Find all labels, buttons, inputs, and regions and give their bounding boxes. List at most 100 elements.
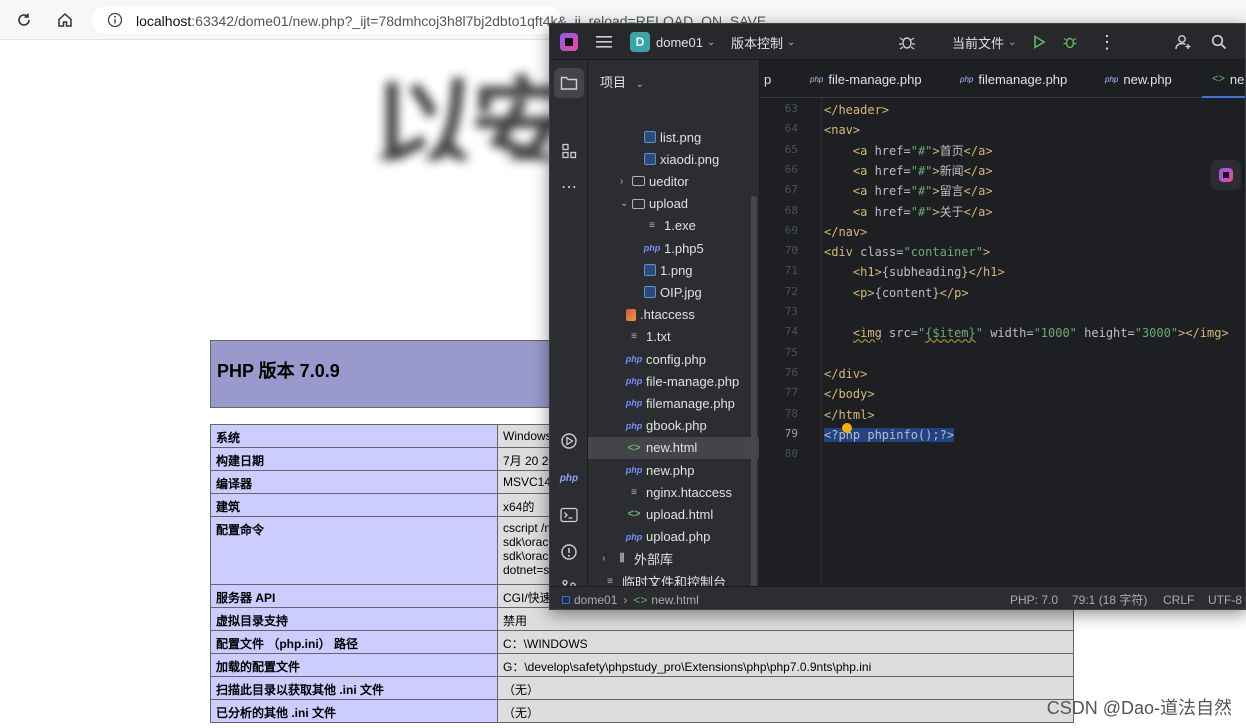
chevron-down-icon[interactable]: ⌄ [620,198,632,209]
line-separator[interactable]: CRLF [1163,587,1194,609]
tree-item[interactable]: xiaodi.png [588,148,759,170]
line-number: 71 [784,264,798,278]
htaccess-file-icon [626,308,636,321]
tree-item[interactable]: <> new.html [588,436,759,459]
tree-item[interactable]: OIP.jpg [588,281,759,303]
tree-item[interactable]: php file-manage.php [588,370,759,392]
line-number: 72 [784,284,798,298]
folder-icon [632,176,645,187]
intention-bulb-icon[interactable] [842,423,852,433]
vcs-menu[interactable]: 版本控制 ⌄ [731,24,795,60]
line-number: 66 [784,162,798,176]
code-line: </header> [824,103,890,117]
project-panel-header[interactable]: 项目 ⌄ [600,72,644,91]
more-actions-icon[interactable]: ⋮ [1098,24,1116,60]
php-file-icon: php [625,465,643,475]
more-tools-icon[interactable]: ⋯ [559,177,579,197]
phpinfo-key: 系统 [210,424,498,448]
chevron-down-icon: ⌄ [1008,36,1017,48]
tree-item-label: 1.exe [664,218,696,234]
terminal-icon[interactable] [559,505,579,525]
tree-item-label: new.html [646,440,698,456]
html-file-icon: <> [627,508,641,521]
line-number: 74 [784,325,798,339]
file-encoding[interactable]: UTF-8 [1208,587,1242,609]
chevron-right-icon[interactable]: › [602,553,614,564]
line-number: 75 [784,345,798,359]
image-file-icon [644,264,656,277]
main-menu-icon[interactable] [596,24,612,60]
tree-scrollbar[interactable] [751,196,757,586]
tree-item[interactable]: php new.php [588,459,759,481]
tree-item[interactable]: ≡ nginx.htaccess [588,481,759,503]
phpinfo-key: 已分析的其他 .ini 文件 [210,699,498,723]
tree-item[interactable]: › ueditor [588,170,759,192]
library-icon: ⫼ [619,553,625,565]
home-icon[interactable] [54,9,76,31]
tree-item[interactable]: php filemanage.php [588,392,759,414]
tree-item[interactable]: › ⫼ 外部库 [588,548,759,570]
code-line: <a href="#">新闻</a> [852,163,993,178]
info-icon[interactable] [104,9,126,31]
services-icon[interactable] [559,431,579,451]
tree-item[interactable]: .htaccess [588,304,759,326]
line-number: 64 [784,122,798,136]
code-line: <img src="{$item}" width="1000" height="… [852,326,1229,341]
reload-icon[interactable] [13,9,35,31]
project-folder-icon[interactable] [559,73,579,93]
scratch-icon: ≡ [607,575,613,587]
active-tab-indicator [1202,96,1245,98]
editor-tab[interactable]: php filemanage.php [960,60,1067,98]
tree-item[interactable]: php config.php [588,348,759,370]
tree-item-label: upload [649,196,689,212]
php-file-icon: php [810,74,824,84]
project-badge: D [630,32,650,52]
caret-position[interactable]: 79:1 (18 字符) [1072,587,1147,609]
tree-item[interactable]: <> upload.html [588,503,759,525]
search-icon[interactable] [1211,24,1227,60]
phpinfo-value: （无） [497,699,1074,723]
tree-item[interactable]: ⌄ upload [588,193,759,215]
editor-tab[interactable]: <> ne [1212,60,1244,98]
tree-item[interactable]: ≡ 1.exe [588,215,759,237]
problems-icon[interactable] [559,542,579,562]
debug-bug-icon[interactable] [898,24,916,60]
tree-item[interactable]: php upload.php [588,526,759,548]
project-switcher[interactable]: D dome01 ⌄ [630,24,715,60]
tree-item-label: 1.png [660,262,693,278]
floating-phpstorm-icon[interactable] [1211,160,1241,190]
text-file-icon: ≡ [649,220,655,232]
image-file-icon [644,153,656,166]
php-icon[interactable]: php [559,468,579,488]
run-config-selector[interactable]: 当前文件 ⌄ [952,24,1016,60]
tree-item[interactable]: ≡ 临时文件和控制台 [588,570,759,587]
editor-tab[interactable]: php file-manage.php [810,60,922,98]
tree-item-label: xiaodi.png [660,151,720,167]
tree-item[interactable]: ≡ 1.txt [588,326,759,348]
chevron-right-icon: › [623,592,628,607]
tree-item[interactable]: php gbook.php [588,415,759,437]
debug-icon[interactable] [1062,24,1078,60]
editor-tab[interactable]: p [764,60,771,98]
tree-item[interactable]: php 1.php5 [588,237,759,259]
gutter-divider [821,98,822,586]
tree-item[interactable]: list.png [588,126,759,148]
code-line: <p>{content}</p> [852,285,969,300]
run-icon[interactable] [1032,24,1046,60]
ide-title-bar: D dome01 ⌄ 版本控制 ⌄ 当前文件 ⌄ ⋮ [550,24,1245,60]
tree-item[interactable]: 1.png [588,259,759,281]
php-level[interactable]: PHP: 7.0 [1010,587,1058,609]
php-file-icon: php [625,420,643,431]
tree-item-label: list.png [660,129,702,145]
add-user-icon[interactable] [1174,24,1192,60]
url-host: localhost [136,13,192,29]
editor-tab[interactable]: php new.php [1105,60,1172,98]
app-logo-icon[interactable] [560,24,578,60]
chevron-right-icon[interactable]: › [620,176,632,187]
php-file-icon: php [625,354,643,364]
php-file-icon: php [643,243,661,253]
breadcrumb[interactable]: dome01 › <> new.html [562,587,699,609]
phpinfo-key: 虚拟目录支持 [210,607,498,631]
structure-icon[interactable] [559,141,579,161]
line-number: 68 [784,203,798,217]
